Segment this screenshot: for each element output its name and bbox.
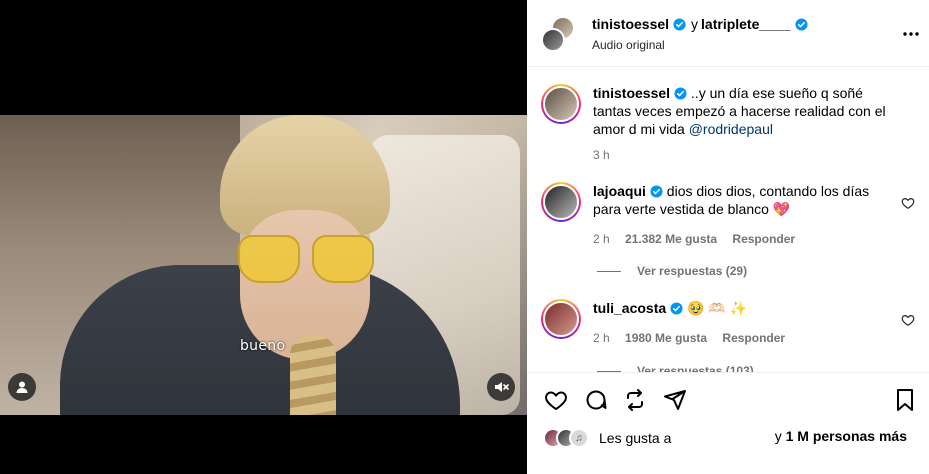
more-options-button[interactable] bbox=[901, 24, 921, 44]
view-replies-button[interactable]: Ver respuestas (103) bbox=[597, 364, 754, 372]
comment-likes-count[interactable]: 1980 Me gusta bbox=[625, 331, 707, 345]
tagged-users-button[interactable] bbox=[8, 373, 36, 401]
timestamp[interactable]: 2 h bbox=[593, 331, 610, 345]
repost-button[interactable] bbox=[622, 387, 648, 413]
comment-text: tuli_acosta 🥹 🫶🏻 ✨ bbox=[593, 299, 893, 317]
comment-button[interactable] bbox=[583, 387, 609, 413]
likes-prefix: Les gusta a bbox=[599, 430, 672, 446]
save-button[interactable] bbox=[892, 387, 918, 413]
video-glasses bbox=[238, 235, 378, 285]
liker-avatars[interactable]: ♫ bbox=[543, 428, 597, 448]
audio-link[interactable]: Audio original bbox=[592, 38, 665, 52]
avatar bbox=[541, 28, 565, 52]
comment-meta: 2 h 1980 Me gusta Responder bbox=[593, 331, 797, 345]
comments-list[interactable]: tinistoessel ..y un día ese sueño q soñé… bbox=[527, 68, 929, 372]
video-braid bbox=[290, 335, 336, 415]
music-note-icon: ♫ bbox=[569, 428, 589, 448]
likes-summary[interactable]: ♫ Les gusta a y 1 M personas más bbox=[543, 428, 923, 448]
collab-usernames: tinistoessel y latriplete____ bbox=[592, 16, 808, 32]
like-button[interactable] bbox=[543, 387, 569, 413]
repost-icon bbox=[627, 389, 643, 411]
verified-badge-icon bbox=[794, 17, 808, 31]
caption-text: tinistoessel ..y un día ese sueño q soñé… bbox=[593, 84, 893, 138]
comment-item: tuli_acosta 🥹 🫶🏻 ✨ 2 h 1980 Me gusta Res… bbox=[541, 299, 921, 369]
view-replies-label: Ver respuestas (103) bbox=[637, 364, 754, 372]
speaker-muted-icon bbox=[495, 382, 509, 392]
view-replies-label: Ver respuestas (29) bbox=[637, 264, 748, 278]
collab-conjunction: y bbox=[691, 16, 699, 32]
likes-count[interactable]: y 1 M personas más bbox=[775, 428, 907, 444]
comment-meta: 2 h 21.382 Me gusta Responder bbox=[593, 232, 807, 246]
avatar[interactable] bbox=[541, 182, 581, 222]
verified-badge-icon bbox=[673, 17, 686, 31]
comment-text: lajoaqui dios dios dios, contando los dí… bbox=[593, 182, 893, 218]
reply-button[interactable]: Responder bbox=[732, 232, 795, 246]
likes-conjunction: y bbox=[774, 428, 782, 444]
verified-badge-icon bbox=[674, 87, 687, 100]
comment-likes-count[interactable]: 21.382 Me gusta bbox=[625, 232, 717, 246]
timestamp[interactable]: 2 h bbox=[593, 232, 610, 246]
post-header: tinistoessel y latriplete____ Audio orig… bbox=[527, 0, 929, 67]
caption-meta: 3 h bbox=[593, 148, 622, 162]
collab-avatars[interactable] bbox=[541, 16, 577, 52]
heart-icon bbox=[545, 391, 567, 411]
share-button[interactable] bbox=[662, 387, 688, 413]
more-horizontal-icon bbox=[903, 32, 919, 36]
avatar[interactable] bbox=[541, 299, 581, 339]
send-icon bbox=[664, 390, 686, 410]
verified-badge-icon bbox=[650, 185, 663, 198]
username-link[interactable]: tinistoessel bbox=[593, 85, 670, 101]
replies-divider bbox=[597, 270, 621, 272]
video-player[interactable]: bueno bbox=[0, 115, 527, 415]
avatar[interactable] bbox=[541, 84, 581, 124]
username-link[interactable]: tuli_acosta bbox=[593, 300, 666, 316]
post-actions-bar: ♫ Les gusta a y 1 M personas más bbox=[527, 372, 929, 474]
username-link[interactable]: lajoaqui bbox=[593, 183, 646, 199]
username-link[interactable]: latriplete____ bbox=[701, 16, 791, 32]
mention-link[interactable]: @rodridepaul bbox=[689, 121, 773, 137]
video-subtitle: bueno bbox=[240, 338, 286, 354]
comment-body: 🥹 🫶🏻 ✨ bbox=[687, 300, 748, 316]
media-pane: bueno bbox=[0, 0, 527, 474]
likes-count-value: 1 M personas más bbox=[785, 428, 907, 444]
user-tag-icon bbox=[16, 381, 28, 393]
view-replies-button[interactable]: Ver respuestas (29) bbox=[597, 264, 747, 278]
timestamp[interactable]: 3 h bbox=[593, 148, 610, 162]
post-side-panel: tinistoessel y latriplete____ Audio orig… bbox=[527, 0, 929, 474]
comment-icon bbox=[586, 390, 607, 410]
mute-toggle-button[interactable] bbox=[487, 373, 515, 401]
verified-badge-icon bbox=[670, 302, 683, 315]
heart-icon[interactable] bbox=[901, 313, 915, 327]
bookmark-icon bbox=[897, 389, 913, 411]
username-link[interactable]: tinistoessel bbox=[592, 16, 669, 32]
reply-button[interactable]: Responder bbox=[722, 331, 785, 345]
heart-icon[interactable] bbox=[901, 196, 915, 210]
post-caption: tinistoessel ..y un día ese sueño q soñé… bbox=[541, 84, 921, 184]
